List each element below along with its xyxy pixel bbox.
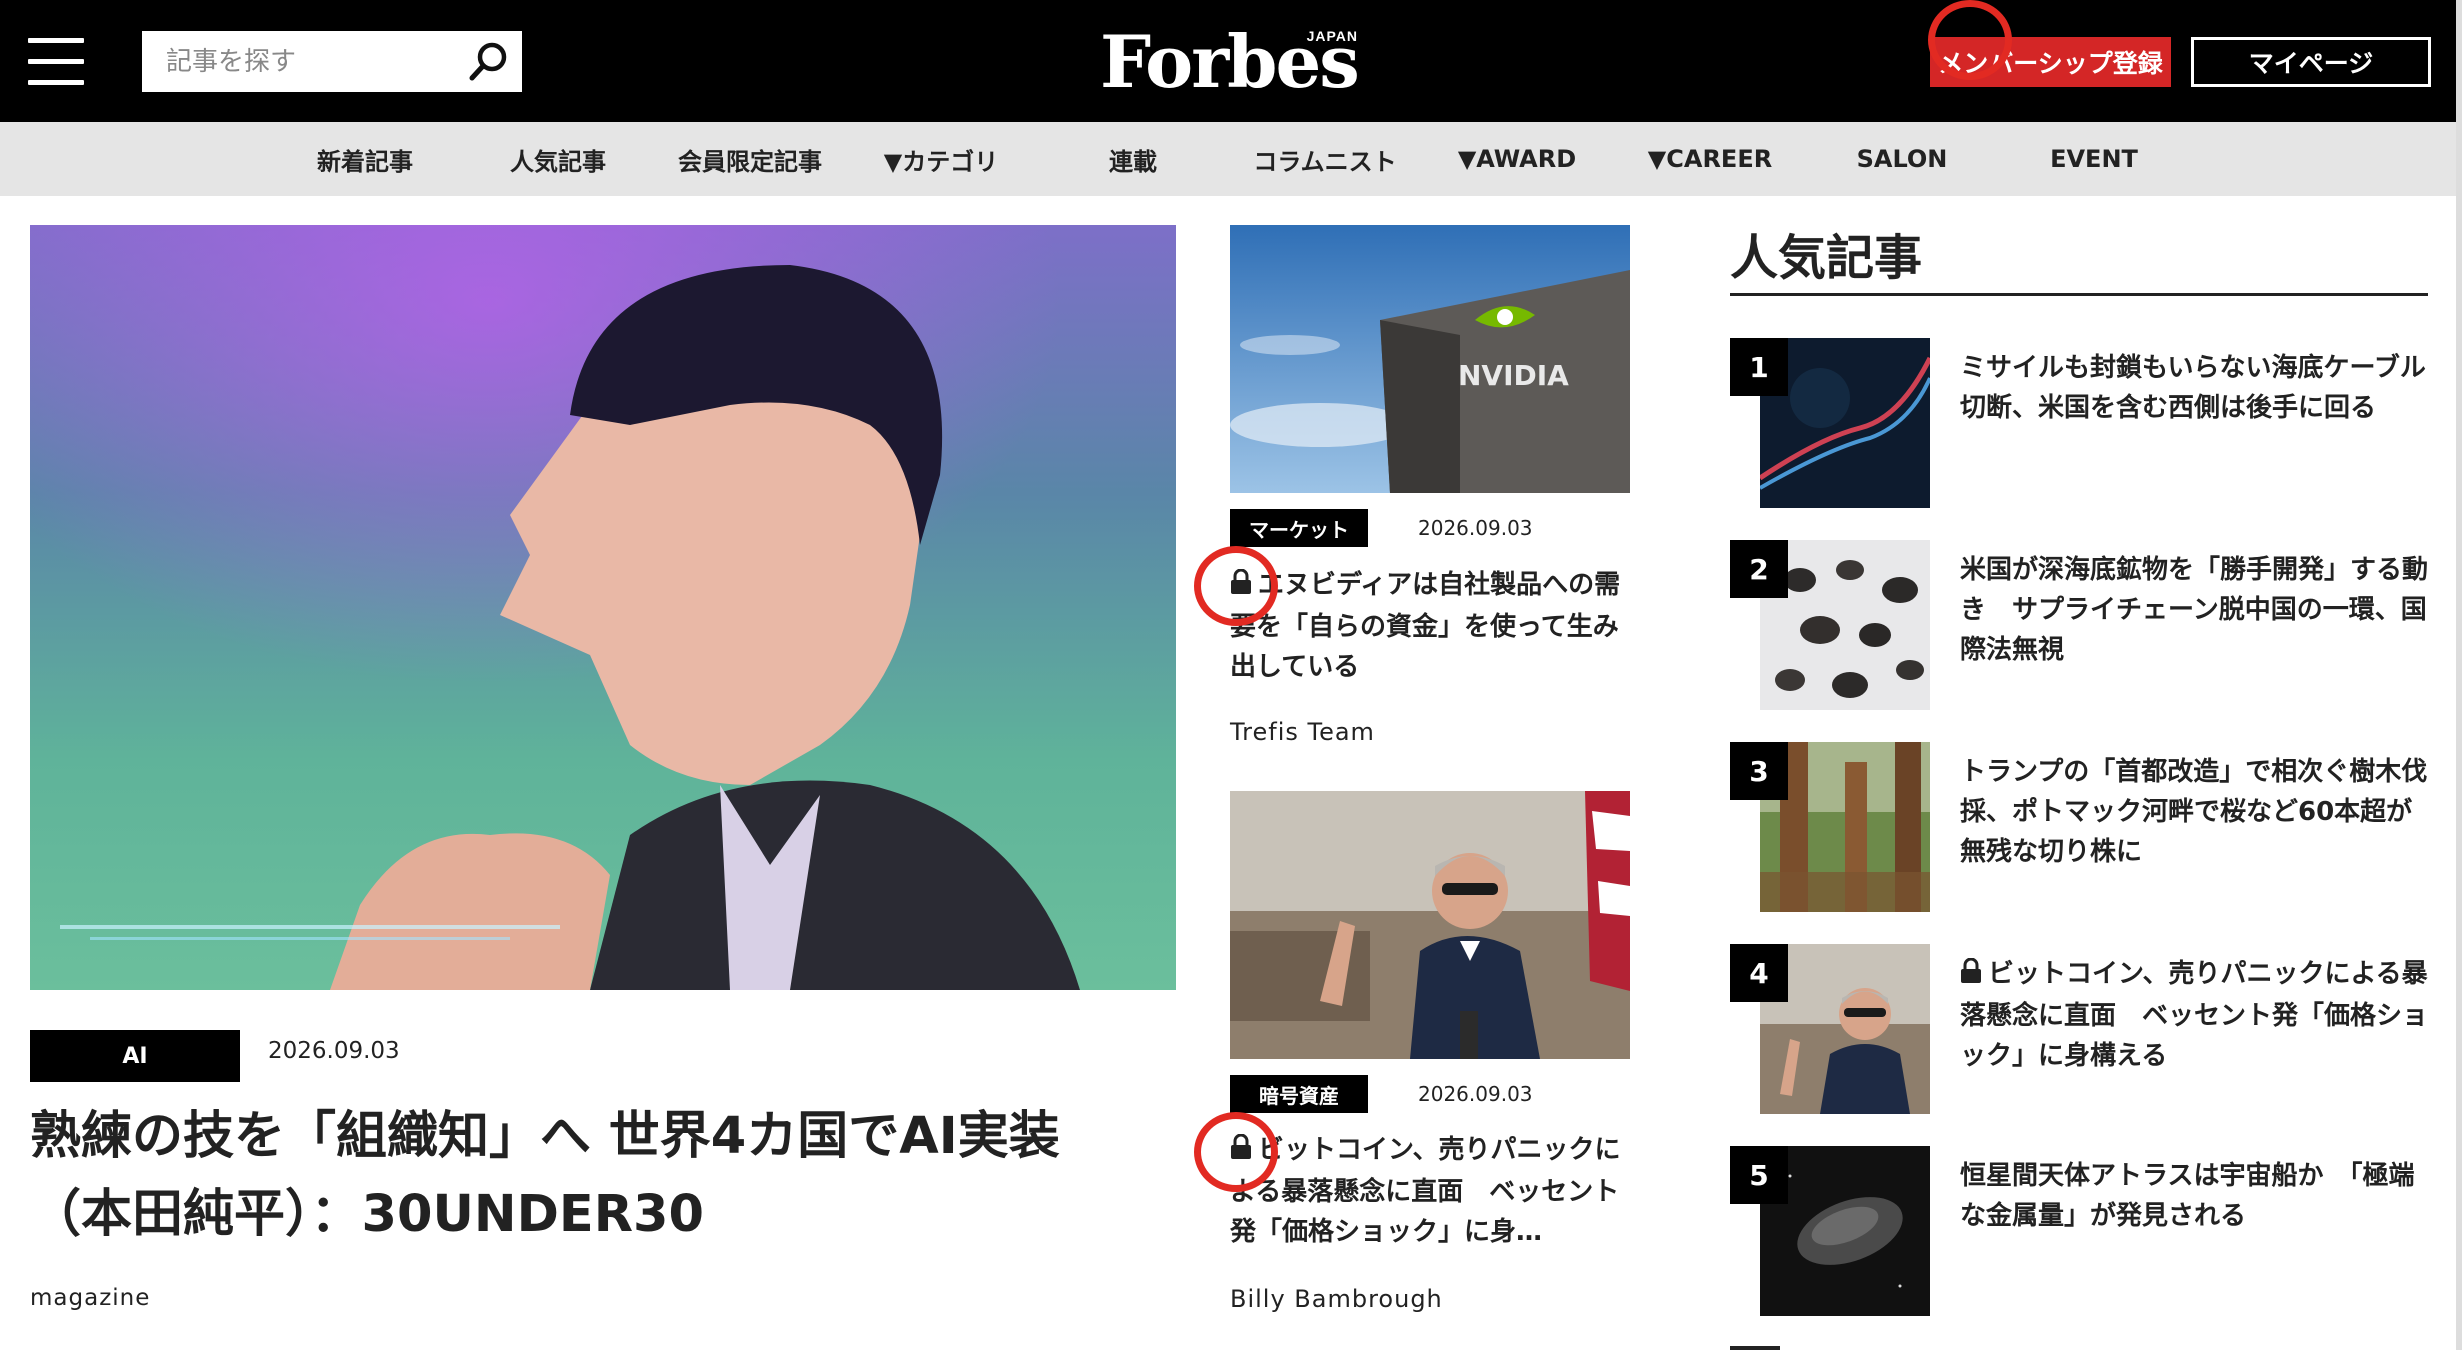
- ranking-divider: [1730, 293, 2428, 296]
- ranking-item-3-title[interactable]: トランプの「首都改造」で相次ぐ樹木伐採、ポトマック河畔で桜など60本超が無残な切…: [1960, 752, 2430, 872]
- article2-headline[interactable]: ビットコイン、売りパニックによる暴落懸念に直面 ベッセント発「価格ショック」に身…: [1230, 1130, 1630, 1252]
- nav-columnists[interactable]: コラムニスト: [1235, 122, 1415, 196]
- feature-headline-line1: 熟練の技を「組織知」へ 世界4カ国でAI実装: [30, 1107, 1060, 1166]
- ranking-heading: 人気記事: [1730, 230, 1923, 286]
- ranking-number: 2: [1730, 540, 1788, 598]
- page-scrollbar[interactable]: [2456, 0, 2462, 1350]
- article2-author[interactable]: Billy Bambrough: [1230, 1285, 1443, 1313]
- article2-headline-text: ビットコイン、売りパニックによる暴落懸念に直面 ベッセント発「価格ショック」に身…: [1230, 1135, 1621, 1247]
- bitcoin-article-image[interactable]: [1230, 791, 1630, 1059]
- article1-date: 2026.09.03: [1418, 516, 1533, 540]
- logo-subtitle: JAPAN: [1306, 28, 1358, 44]
- menu-icon[interactable]: [28, 38, 84, 86]
- search-input[interactable]: [142, 31, 442, 92]
- ranking-item-1-title[interactable]: ミサイルも封鎖もいらない海底ケーブル切断、米国を含む西側は後手に回る: [1960, 348, 2430, 428]
- nav-event[interactable]: EVENT: [2004, 122, 2184, 196]
- forbes-japan-logo[interactable]: Forbes JAPAN: [1100, 22, 1362, 102]
- nav-series[interactable]: 連載: [1043, 122, 1223, 196]
- article1-headline[interactable]: エヌビディアは自社製品への需要を「自らの資金」を使って生み出している: [1230, 565, 1630, 687]
- ranking-item-4-title[interactable]: ビットコイン、売りパニックによる暴落懸念に直面 ベッセント発「価格ショック」に身…: [1960, 954, 2430, 1076]
- feature-date: 2026.09.03: [268, 1038, 400, 1064]
- nvidia-sign-text: NVIDIA: [1458, 359, 1569, 392]
- ranking-item-4-title-text: ビットコイン、売りパニックによる暴落懸念に直面 ベッセント発「価格ショック」に身…: [1960, 959, 2429, 1071]
- feature-author[interactable]: magazine: [30, 1285, 150, 1311]
- ranking-number: 3: [1730, 742, 1788, 800]
- nav-latest[interactable]: 新着記事: [275, 122, 455, 196]
- article1-category-tag[interactable]: マーケット: [1230, 509, 1368, 547]
- nav-category[interactable]: ▼カテゴリ: [851, 122, 1031, 196]
- article1-author[interactable]: Trefis Team: [1230, 718, 1375, 746]
- article1-headline-text: エヌビディアは自社製品への需要を「自らの資金」を使って生み出している: [1230, 570, 1621, 682]
- nav-salon[interactable]: SALON: [1812, 122, 1992, 196]
- nav-career[interactable]: ▼CAREER: [1620, 122, 1800, 196]
- nav-members-only[interactable]: 会員限定記事: [660, 122, 840, 196]
- ranking-item-2-title[interactable]: 米国が深海底鉱物を「勝手開発」する動き サプライチェーン脱中国の一環、国際法無視: [1960, 550, 2430, 670]
- feature-headline-line2: （本田純平）：30UNDER30: [30, 1185, 704, 1244]
- mypage-button[interactable]: マイページ: [2191, 37, 2431, 87]
- ranking-more-divider: [1730, 1346, 1780, 1350]
- nav-popular[interactable]: 人気記事: [468, 122, 648, 196]
- nav-award[interactable]: ▼AWARD: [1427, 122, 1607, 196]
- nvidia-article-image[interactable]: NVIDIA: [1230, 225, 1630, 493]
- search-icon[interactable]: [466, 39, 512, 85]
- ranking-number: 4: [1730, 944, 1788, 1002]
- article2-category-tag[interactable]: 暗号資産: [1230, 1075, 1368, 1113]
- membership-signup-button[interactable]: メンバーシップ登録: [1930, 37, 2171, 87]
- ranking-number: 5: [1730, 1146, 1788, 1204]
- ranking-item-5-title[interactable]: 恒星間天体アトラスは宇宙船か 「極端な金属量」が発見される: [1960, 1156, 2430, 1236]
- feature-headline[interactable]: 熟練の技を「組織知」へ 世界4カ国でAI実装 （本田純平）：30UNDER30: [30, 1098, 1180, 1254]
- feature-category-tag[interactable]: AI: [30, 1030, 240, 1082]
- ranking-number: 1: [1730, 338, 1788, 396]
- search-box: [142, 31, 522, 92]
- article2-date: 2026.09.03: [1418, 1082, 1533, 1106]
- feature-article-image[interactable]: [30, 225, 1176, 990]
- category-nav: 新着記事 人気記事 会員限定記事 ▼カテゴリ 連載 コラムニスト ▼AWARD …: [0, 122, 2462, 196]
- lock-icon: [1960, 956, 1982, 996]
- lock-icon: [1230, 567, 1252, 607]
- site-header: Forbes JAPAN メンバーシップ登録 マイページ: [0, 0, 2462, 122]
- lock-icon: [1230, 1132, 1252, 1172]
